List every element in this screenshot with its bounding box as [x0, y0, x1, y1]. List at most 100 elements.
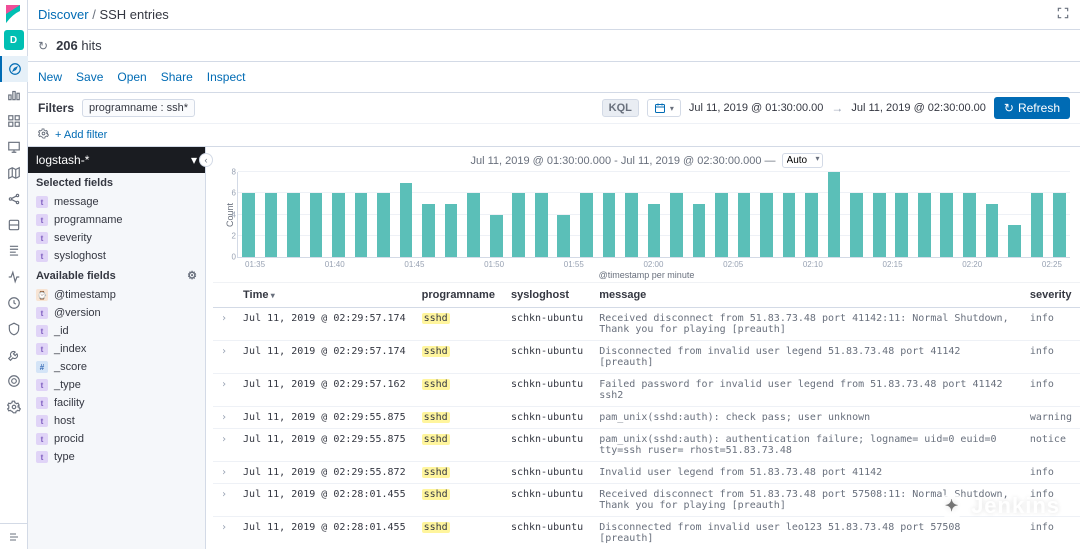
histogram-bar[interactable]: [963, 193, 976, 257]
histogram-chart[interactable]: 02468: [237, 172, 1070, 258]
histogram-bar[interactable]: [1008, 225, 1021, 257]
refresh-button[interactable]: ↻Refresh: [994, 97, 1070, 119]
nav-devtools-icon[interactable]: [0, 342, 28, 368]
expand-row-icon[interactable]: ›: [213, 341, 235, 374]
fullscreen-icon[interactable]: [1056, 6, 1070, 23]
table-row[interactable]: ›Jul 11, 2019 @ 02:28:01.455sshdschkn-ub…: [213, 517, 1080, 549]
histogram-bar[interactable]: [738, 193, 751, 257]
histogram-bar[interactable]: [603, 193, 616, 257]
nav-dashboard-icon[interactable]: [0, 108, 28, 134]
kibana-logo[interactable]: [4, 4, 24, 24]
expand-row-icon[interactable]: ›: [213, 308, 235, 341]
date-quick-icon[interactable]: ▾: [647, 99, 681, 117]
histogram-bar[interactable]: [693, 204, 706, 257]
save-button[interactable]: Save: [76, 70, 103, 84]
table-row[interactable]: ›Jul 11, 2019 @ 02:29:55.875sshdschkn-ub…: [213, 407, 1080, 429]
histogram-bar[interactable]: [512, 193, 525, 257]
field-item[interactable]: thost: [28, 412, 205, 430]
nav-monitoring-icon[interactable]: [0, 368, 28, 394]
histogram-bar[interactable]: [445, 204, 458, 257]
nav-uptime-icon[interactable]: [0, 290, 28, 316]
nav-visualize-icon[interactable]: [0, 82, 28, 108]
field-item[interactable]: t_index: [28, 340, 205, 358]
histogram-bar[interactable]: [332, 193, 345, 257]
histogram-bar[interactable]: [490, 215, 503, 258]
col-sysloghost[interactable]: sysloghost: [503, 283, 591, 308]
index-pattern-selector[interactable]: logstash-*▾: [28, 147, 205, 173]
field-item[interactable]: #_score: [28, 358, 205, 376]
filter-settings-icon[interactable]: [38, 128, 49, 142]
field-item[interactable]: ttype: [28, 448, 205, 466]
histogram-bar[interactable]: [940, 193, 953, 257]
field-item[interactable]: tfacility: [28, 394, 205, 412]
histogram-bar[interactable]: [580, 193, 593, 257]
field-settings-icon[interactable]: ⚙: [187, 269, 197, 282]
interval-select[interactable]: Auto: [782, 153, 823, 168]
histogram-bar[interactable]: [670, 193, 683, 257]
expand-row-icon[interactable]: ›: [213, 374, 235, 407]
histogram-bar[interactable]: [648, 204, 661, 257]
nav-siem-icon[interactable]: [0, 316, 28, 342]
expand-row-icon[interactable]: ›: [213, 429, 235, 462]
nav-collapse-icon[interactable]: [0, 523, 28, 549]
table-row[interactable]: ›Jul 11, 2019 @ 02:29:55.872sshdschkn-ub…: [213, 462, 1080, 484]
expand-row-icon[interactable]: ›: [213, 462, 235, 484]
nav-infra-icon[interactable]: [0, 212, 28, 238]
col-severity[interactable]: severity: [1022, 283, 1080, 308]
table-row[interactable]: ›Jul 11, 2019 @ 02:29:55.875sshdschkn-ub…: [213, 429, 1080, 462]
new-button[interactable]: New: [38, 70, 62, 84]
histogram-bar[interactable]: [986, 204, 999, 257]
share-button[interactable]: Share: [161, 70, 193, 84]
field-item[interactable]: tseverity: [28, 229, 205, 247]
histogram-bar[interactable]: [355, 193, 368, 257]
field-item[interactable]: t@version: [28, 304, 205, 322]
histogram-bar[interactable]: [310, 193, 323, 257]
reload-icon[interactable]: ↻: [38, 39, 48, 53]
histogram-bar[interactable]: [850, 193, 863, 257]
field-item[interactable]: tprocid: [28, 430, 205, 448]
open-button[interactable]: Open: [117, 70, 146, 84]
col-time[interactable]: Time: [235, 283, 414, 308]
nav-management-icon[interactable]: [0, 394, 28, 420]
histogram-bar[interactable]: [535, 193, 548, 257]
field-item[interactable]: t_id: [28, 322, 205, 340]
col-programname[interactable]: programname: [414, 283, 503, 308]
histogram-bar[interactable]: [805, 193, 818, 257]
histogram-bar[interactable]: [557, 215, 570, 258]
histogram-bar[interactable]: [715, 193, 728, 257]
collapse-sidebar-icon[interactable]: ‹: [199, 153, 213, 167]
expand-row-icon[interactable]: ›: [213, 517, 235, 549]
breadcrumb-app[interactable]: Discover: [38, 7, 89, 22]
field-item[interactable]: tsysloghost: [28, 247, 205, 265]
nav-logs-icon[interactable]: [0, 238, 28, 264]
nav-apm-icon[interactable]: [0, 264, 28, 290]
date-to[interactable]: Jul 11, 2019 @ 02:30:00.00: [851, 102, 986, 114]
nav-ml-icon[interactable]: [0, 186, 28, 212]
space-selector[interactable]: D: [4, 30, 24, 50]
kql-toggle[interactable]: KQL: [602, 99, 639, 117]
histogram-bar[interactable]: [242, 193, 255, 257]
histogram-bar[interactable]: [828, 172, 841, 257]
histogram-bar[interactable]: [895, 193, 908, 257]
histogram-bar[interactable]: [400, 183, 413, 257]
nav-discover-icon[interactable]: [0, 56, 28, 82]
histogram-bar[interactable]: [783, 193, 796, 257]
field-item[interactable]: t_type: [28, 376, 205, 394]
nav-canvas-icon[interactable]: [0, 134, 28, 160]
table-row[interactable]: ›Jul 11, 2019 @ 02:29:57.162sshdschkn-ub…: [213, 374, 1080, 407]
date-from[interactable]: Jul 11, 2019 @ 01:30:00.00: [689, 102, 824, 114]
histogram-bar[interactable]: [265, 193, 278, 257]
field-item[interactable]: tmessage: [28, 193, 205, 211]
histogram-bar[interactable]: [467, 193, 480, 257]
histogram-bar[interactable]: [918, 193, 931, 257]
histogram-bar[interactable]: [1031, 193, 1044, 257]
expand-row-icon[interactable]: ›: [213, 484, 235, 517]
query-pill[interactable]: programname : ssh*: [82, 99, 195, 117]
histogram-bar[interactable]: [760, 193, 773, 257]
nav-maps-icon[interactable]: [0, 160, 28, 186]
histogram-bar[interactable]: [1053, 193, 1066, 257]
results-table[interactable]: Time programname sysloghost message seve…: [213, 282, 1080, 549]
expand-row-icon[interactable]: ›: [213, 407, 235, 429]
add-filter-button[interactable]: + Add filter: [55, 129, 107, 141]
table-row[interactable]: ›Jul 11, 2019 @ 02:29:57.174sshdschkn-ub…: [213, 341, 1080, 374]
